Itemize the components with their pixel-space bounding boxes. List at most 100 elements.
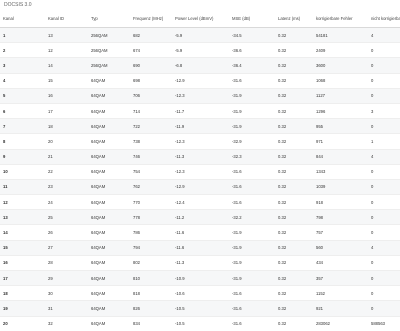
cell-mse: -31.6	[229, 194, 275, 210]
cell-kanal: 6	[0, 102, 45, 119]
header-kanal[interactable]: Kanal	[0, 10, 45, 28]
cell-kanal-id: 13	[45, 26, 88, 43]
cell-kanal: 4	[0, 72, 45, 89]
cell-latenz: 0.32	[275, 300, 313, 317]
cell-kanal-id: 18	[45, 118, 88, 134]
cell-mse: -32.2	[229, 209, 275, 225]
header-typ[interactable]: Typ	[88, 10, 130, 28]
cell-latenz: 0.32	[275, 194, 313, 210]
cell-typ: 64QAM	[88, 133, 130, 149]
cell-nicht-korrigierbare-fehler: 0	[368, 42, 400, 58]
header-latenz[interactable]: Latenz (ms)	[275, 10, 313, 28]
cell-kanal-id: 20	[45, 133, 88, 149]
header-kanal-id[interactable]: Kanal ID	[45, 10, 88, 28]
cell-power-level: -10.9	[172, 269, 229, 286]
cell-kanal: 18	[0, 285, 45, 301]
cell-kanal-id: 14	[45, 57, 88, 74]
cell-nicht-korrigierbare-fehler: 0	[368, 254, 400, 271]
header-nicht-korrigierbare-fehler[interactable]: nicht korrigierbare Fehler	[368, 10, 400, 28]
cell-kanal-id: 16	[45, 87, 88, 104]
header-mse[interactable]: MSE (dB)	[229, 10, 275, 28]
cell-korrigierbare-fehler: 560	[313, 239, 368, 256]
table-row: 14 26 64QAM 786 -11.6 -31.9 0.32 757 0	[0, 224, 400, 241]
header-frequenz[interactable]: Frequenz (MHz)	[130, 10, 172, 28]
cell-mse: -31.9	[229, 269, 275, 286]
cell-frequenz: 682	[130, 26, 172, 43]
cell-typ: 64QAM	[88, 315, 130, 331]
cell-frequenz: 834	[130, 315, 172, 331]
cell-nicht-korrigierbare-fehler: 4	[368, 148, 400, 165]
cell-kanal: 16	[0, 254, 45, 271]
cell-korrigierbare-fehler: 1296	[313, 102, 368, 119]
header-korrigierbare-fehler[interactable]: korrigierbare Fehler	[313, 10, 368, 28]
table-row: 11 23 64QAM 762 -12.9 -31.6 0.32 1039 0	[0, 178, 400, 195]
cell-nicht-korrigierbare-fehler: 3	[368, 102, 400, 119]
cell-kanal: 5	[0, 87, 45, 104]
cell-korrigierbare-fehler: 3600	[313, 57, 368, 74]
cell-nicht-korrigierbare-fehler: 0	[368, 178, 400, 195]
cell-korrigierbare-fehler: 757	[313, 224, 368, 241]
cell-latenz: 0.32	[275, 57, 313, 74]
cell-kanal-id: 22	[45, 163, 88, 180]
cell-frequenz: 762	[130, 178, 172, 195]
cell-power-level: -10.5	[172, 315, 229, 331]
cell-mse: -31.6	[229, 315, 275, 331]
cell-mse: -31.9	[229, 102, 275, 119]
cell-frequenz: 714	[130, 102, 172, 119]
cell-mse: -31.9	[229, 118, 275, 134]
cell-nicht-korrigierbare-fehler: 0	[368, 285, 400, 301]
cell-kanal: 14	[0, 224, 45, 241]
cell-kanal-id: 26	[45, 224, 88, 241]
cell-frequenz: 818	[130, 285, 172, 301]
cell-nicht-korrigierbare-fehler: 0	[368, 194, 400, 210]
cell-kanal-id: 27	[45, 239, 88, 256]
table-row: 4 15 64QAM 698 -12.9 -31.6 0.32 1068 0	[0, 72, 400, 89]
cell-nicht-korrigierbare-fehler: 1	[368, 133, 400, 149]
cell-mse: -36.4	[229, 57, 275, 74]
cell-kanal: 11	[0, 178, 45, 195]
cell-power-level: -5.9	[172, 26, 229, 43]
cell-mse: -32.3	[229, 148, 275, 165]
cell-kanal-id: 17	[45, 102, 88, 119]
cell-latenz: 0.32	[275, 269, 313, 286]
cell-kanal: 7	[0, 118, 45, 134]
cell-frequenz: 794	[130, 239, 172, 256]
header-power-level[interactable]: Power Level (dBmV)	[172, 10, 229, 28]
table-row: 15 27 64QAM 794 -11.6 -31.9 0.32 560 4	[0, 239, 400, 256]
cell-kanal-id: 32	[45, 315, 88, 331]
cell-power-level: -11.7	[172, 102, 229, 119]
cell-kanal-id: 12	[45, 42, 88, 58]
cell-typ: 64QAM	[88, 118, 130, 134]
cell-frequenz: 706	[130, 87, 172, 104]
cell-typ: 64QAM	[88, 285, 130, 301]
table-row: 8 20 64QAM 738 -12.3 -32.9 0.32 971 1	[0, 133, 400, 149]
cell-nicht-korrigierbare-fehler: 0	[368, 72, 400, 89]
cell-kanal: 8	[0, 133, 45, 149]
cell-typ: 64QAM	[88, 224, 130, 241]
table-row: 20 32 64QAM 834 -10.5 -31.6 0.32 283062 588563	[0, 315, 400, 331]
cell-typ: 64QAM	[88, 269, 130, 286]
cell-typ: 64QAM	[88, 194, 130, 210]
cell-power-level: -11.6	[172, 224, 229, 241]
cell-kanal-id: 29	[45, 269, 88, 286]
cell-korrigierbare-fehler: 955	[313, 118, 368, 134]
table-row: 19 31 64QAM 826 -10.5 -31.6 0.32 921 0	[0, 300, 400, 317]
cell-nicht-korrigierbare-fehler: 0	[368, 57, 400, 74]
cell-mse: -31.9	[229, 224, 275, 241]
cell-frequenz: 738	[130, 133, 172, 149]
cell-korrigierbare-fehler: 1152	[313, 285, 368, 301]
cell-power-level: -12.3	[172, 163, 229, 180]
cell-nicht-korrigierbare-fehler: 4	[368, 239, 400, 256]
cell-korrigierbare-fehler: 1039	[313, 178, 368, 195]
cell-kanal-id: 28	[45, 254, 88, 271]
cell-frequenz: 722	[130, 118, 172, 134]
cell-latenz: 0.32	[275, 209, 313, 225]
table-row: 9 21 64QAM 746 -11.3 -32.3 0.32 844 4	[0, 148, 400, 165]
cell-kanal: 13	[0, 209, 45, 225]
cell-latenz: 0.32	[275, 26, 313, 43]
cell-power-level: -10.6	[172, 285, 229, 301]
cell-latenz: 0.32	[275, 148, 313, 165]
cell-typ: 256QAM	[88, 26, 130, 43]
cell-kanal-id: 23	[45, 178, 88, 195]
table-row: 16 28 64QAM 802 -11.3 -31.9 0.32 434 0	[0, 254, 400, 271]
